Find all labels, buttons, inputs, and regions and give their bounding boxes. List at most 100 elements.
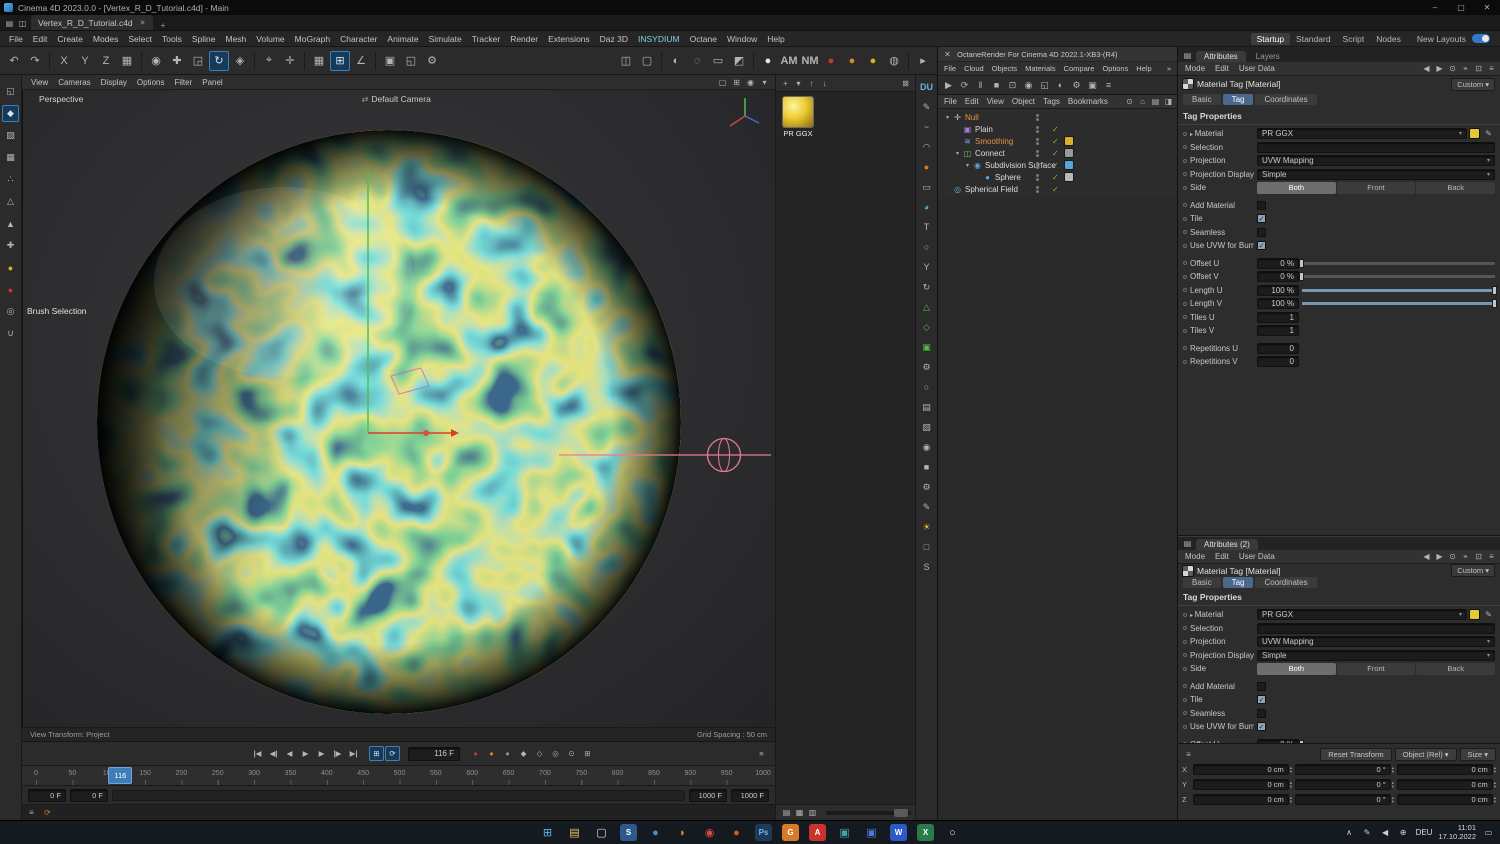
current-frame-field[interactable]: 116 F — [408, 746, 460, 761]
expander-icon[interactable]: ▾ — [963, 162, 972, 169]
menu-item-character[interactable]: Character — [335, 34, 382, 44]
expander-icon[interactable]: ▾ — [953, 150, 962, 157]
scale-tool-icon[interactable]: ◲ — [188, 51, 208, 71]
object-row-plain[interactable]: ▣ Plain ✓ — [938, 123, 1177, 135]
visibility-dots[interactable] — [1036, 149, 1039, 157]
move-tool-icon[interactable]: ✚ — [167, 51, 187, 71]
add-material-checkbox[interactable] — [1257, 200, 1266, 210]
projection-dropdown[interactable]: UVW Mapping ▾ — [1257, 155, 1495, 167]
keyframe-bullet[interactable] — [1183, 274, 1187, 279]
projection-dropdown[interactable]: UVW Mapping ▾ — [1257, 636, 1495, 648]
next-key-button[interactable]: |▶ — [330, 746, 345, 761]
prev-key-button[interactable]: ◀| — [266, 746, 281, 761]
undo-icon[interactable]: ↶ — [4, 51, 24, 71]
vp-camera-icon[interactable]: ◉ — [744, 76, 757, 89]
enabled-check-icon[interactable]: ✓ — [1052, 125, 1059, 134]
goto-end-button[interactable]: ▶| — [346, 746, 361, 761]
nside-spline-icon[interactable]: ○ — [919, 239, 935, 255]
menu-item-edit[interactable]: Edit — [1210, 64, 1234, 73]
spinner-down-icon[interactable]: ▾ — [1290, 799, 1292, 804]
attr-focus-icon[interactable]: ⌖ — [1459, 62, 1472, 75]
spinner-down-icon[interactable]: ▾ — [1290, 769, 1292, 774]
make-editable-icon[interactable]: ◱ — [2, 83, 19, 100]
octane-camera-icon[interactable]: ◉ — [1021, 78, 1036, 93]
enabled-check-icon[interactable]: ✓ — [1052, 185, 1059, 194]
tweak-mode-icon[interactable]: ✚ — [2, 237, 19, 254]
custom-dropdown[interactable]: Custom ▾ — [1451, 77, 1495, 91]
octane-lock-resolution-icon[interactable]: ⊡ — [1005, 78, 1020, 93]
menu-item-bookmarks[interactable]: Bookmarks — [1064, 97, 1112, 106]
word-icon[interactable]: W — [890, 824, 907, 841]
y-size-field[interactable]: 0 cm — [1397, 779, 1493, 790]
generator-gear-icon[interactable]: ⚙ — [919, 359, 935, 375]
octane-restart-icon[interactable]: ⟳ — [957, 78, 972, 93]
status-menu-icon[interactable]: ≡ — [25, 806, 38, 819]
octane-glossy-material-icon[interactable]: ● — [863, 51, 883, 71]
visibility-dots[interactable] — [1036, 137, 1039, 145]
camera-label[interactable]: ⇄ Default Camera — [362, 94, 431, 104]
menu-item-options[interactable]: Options — [1098, 64, 1132, 73]
attributes-panel-tab[interactable]: Attributes (2) — [1196, 539, 1258, 550]
length-u-value-field[interactable]: 100 % — [1257, 284, 1299, 296]
attr-lock-icon[interactable]: ⊡ — [1472, 62, 1485, 75]
layout-startup[interactable]: Startup — [1250, 32, 1291, 45]
draw-pen-icon[interactable]: ✎ — [919, 499, 935, 515]
close-button[interactable]: ✕ — [1474, 0, 1500, 15]
repetitions-v-value-field[interactable]: 0 — [1257, 356, 1299, 368]
z-size-field[interactable]: 0 cm — [1397, 794, 1493, 805]
nm-material-badge[interactable]: NM — [800, 51, 820, 71]
menu-item-help[interactable]: Help — [762, 34, 789, 44]
add-material-checkbox[interactable] — [1257, 681, 1266, 691]
axis-mode-icon[interactable]: ✛ — [280, 51, 300, 71]
autokey-toggle-button[interactable]: ● — [484, 746, 499, 761]
view-grid-icon[interactable]: ▦ — [309, 51, 329, 71]
firefox-icon[interactable]: ◗ — [674, 824, 691, 841]
taskbar-clock[interactable]: 11:01 17.10.2022 — [1438, 823, 1476, 841]
panel-icon[interactable]: ▤ — [1181, 537, 1194, 550]
tab-coordinates[interactable]: Coordinates — [1255, 577, 1317, 588]
attr-menu-icon[interactable]: ≡ — [1485, 550, 1498, 563]
loop-playback-toggle[interactable]: ⟳ — [385, 746, 400, 761]
visibility-dots[interactable] — [1036, 125, 1039, 133]
length-v-slider[interactable] — [1302, 299, 1497, 309]
menu-item-filter[interactable]: Filter — [169, 78, 197, 87]
keyframe-bullet[interactable] — [1183, 328, 1187, 333]
keyframe-bullet[interactable] — [1183, 230, 1187, 235]
keyframe-bullet[interactable] — [1183, 653, 1187, 658]
offset-v-value-field[interactable]: 0 % — [1257, 271, 1299, 283]
keyframe-bullet[interactable] — [1183, 172, 1187, 177]
menu-item-window[interactable]: Window — [722, 34, 762, 44]
seamless-checkbox[interactable] — [1257, 227, 1266, 237]
slider-handle[interactable] — [1492, 299, 1497, 309]
material-zoom-handle[interactable] — [894, 808, 908, 817]
segment-back[interactable]: Back — [1416, 662, 1496, 675]
z-rotation-field[interactable]: 0 ° — [1295, 794, 1391, 805]
model-mode-icon[interactable]: ◆ — [2, 105, 19, 122]
voronoi-fracture-icon[interactable]: ◇ — [919, 319, 935, 335]
menu-item-display[interactable]: Display — [96, 78, 132, 87]
hidden-icons-chevron[interactable]: ∧ — [1343, 826, 1356, 839]
plugin-du-icon[interactable]: DU — [919, 79, 935, 95]
object-row-connect[interactable]: ▾ ◫ Connect ✓ — [938, 147, 1177, 159]
octane-app-icon[interactable]: ● — [728, 824, 745, 841]
axis-z-lock-icon[interactable]: Z — [96, 51, 116, 71]
spinner-down-icon[interactable]: ▾ — [1392, 784, 1394, 789]
menu-item-object[interactable]: Object — [1008, 97, 1039, 106]
menu-item-view[interactable]: View — [983, 97, 1008, 106]
document-tab[interactable]: Vertex_R_D_Tutorial.c4d ✕ — [31, 15, 153, 30]
om-list-icon[interactable]: ▤ — [1149, 95, 1162, 108]
menu-item-panel[interactable]: Panel — [197, 78, 227, 87]
layout-nodes[interactable]: Nodes — [1370, 33, 1407, 45]
sphere-primitive-icon[interactable]: ○ — [919, 379, 935, 395]
material-menu-icon[interactable]: ▾ — [792, 77, 805, 90]
vp-maximize-icon[interactable]: ▢ — [716, 76, 729, 89]
menu-item-user-data[interactable]: User Data — [1234, 64, 1280, 73]
material-color-swatch[interactable] — [1470, 129, 1479, 139]
keyframe-bullet[interactable] — [1183, 301, 1187, 306]
magnet-tool-icon[interactable]: ∪ — [2, 325, 19, 342]
menu-item-view[interactable]: View — [26, 78, 53, 87]
keyframe-selection-button[interactable]: ● — [500, 746, 515, 761]
keyframe-bullet[interactable] — [1183, 185, 1187, 190]
safe-frame-icon[interactable]: ▭ — [708, 51, 728, 71]
viewport-projection-label[interactable]: Perspective — [39, 94, 83, 104]
